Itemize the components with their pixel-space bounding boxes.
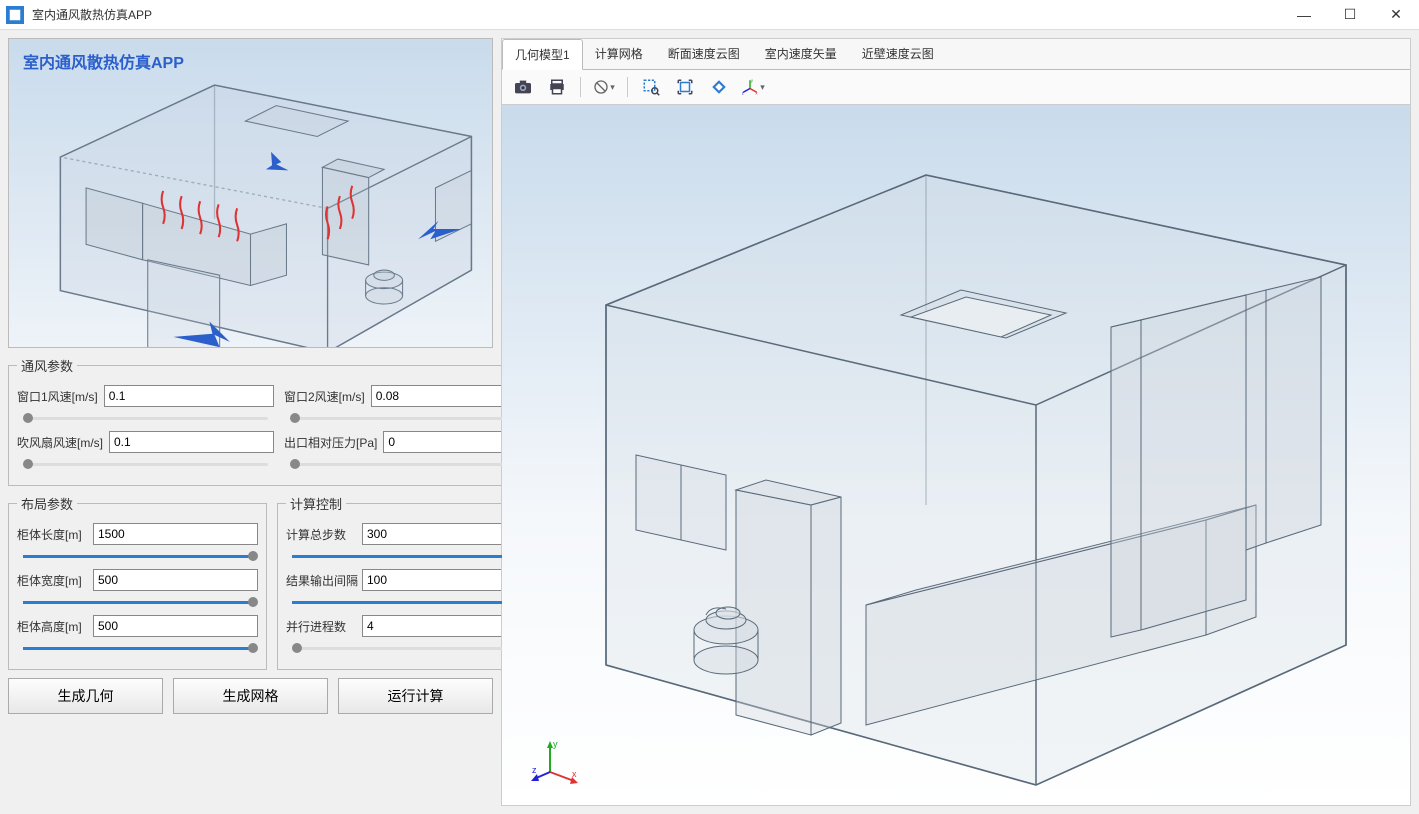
maximize-button[interactable]: ☐ — [1327, 0, 1373, 30]
window1-speed-slider[interactable] — [17, 411, 274, 425]
minimize-button[interactable]: — — [1281, 0, 1327, 30]
window-controls: — ☐ ✕ — [1281, 0, 1419, 30]
svg-text:z: z — [532, 765, 537, 775]
preview-diagram: 室内通风散热仿真APP — [8, 38, 493, 348]
output-interval-slider[interactable] — [286, 595, 527, 609]
output-interval-label: 结果输出间隔 — [286, 572, 356, 589]
total-steps-slider[interactable] — [286, 549, 527, 563]
ventilation-legend: 通风参数 — [17, 356, 77, 375]
compute-control-group: 计算控制 计算总步数 结果输出间隔 并行进程数 — [277, 494, 536, 670]
left-panel: 室内通风散热仿真APP — [8, 38, 493, 806]
svg-text:y: y — [751, 78, 754, 83]
tab-section-velocity[interactable]: 断面速度云图 — [656, 39, 753, 69]
fan-speed-input[interactable] — [109, 431, 274, 453]
zoom-extents-icon[interactable] — [670, 74, 700, 100]
viewport-toolbar: ▾ yxz▾ — [502, 70, 1410, 105]
fan-speed-label: 吹风扇风速[m/s] — [17, 434, 103, 451]
close-button[interactable]: ✕ — [1373, 0, 1419, 30]
parallel-procs-slider[interactable] — [286, 641, 527, 655]
cabinet-height-input[interactable] — [93, 615, 258, 637]
camera-icon[interactable] — [508, 74, 538, 100]
svg-text:x: x — [572, 769, 577, 779]
cabinet-height-slider[interactable] — [17, 641, 258, 655]
axis-gizmo: y x z — [530, 737, 580, 787]
cabinet-length-label: 柜体长度[m] — [17, 526, 87, 543]
fan-speed-slider[interactable] — [17, 457, 274, 471]
cabinet-length-slider[interactable] — [17, 549, 258, 563]
window1-speed-label: 窗口1风速[m/s] — [17, 388, 98, 405]
action-buttons: 生成几何 生成网格 运行计算 — [8, 678, 493, 714]
fit-view-icon[interactable] — [704, 74, 734, 100]
svg-text:y: y — [553, 739, 558, 749]
generate-mesh-button[interactable]: 生成网格 — [173, 678, 328, 714]
tab-mesh[interactable]: 计算网格 — [583, 39, 656, 69]
run-compute-button[interactable]: 运行计算 — [338, 678, 493, 714]
window1-speed-input[interactable] — [104, 385, 274, 407]
cabinet-height-label: 柜体高度[m] — [17, 618, 87, 635]
cabinet-width-label: 柜体宽度[m] — [17, 572, 87, 589]
tab-wall-velocity[interactable]: 近壁速度云图 — [850, 39, 947, 69]
tab-geometry[interactable]: 几何模型1 — [502, 39, 583, 70]
viewport-3d[interactable]: y x z — [502, 105, 1410, 805]
no-entry-dropdown[interactable]: ▾ — [589, 74, 619, 100]
control-legend: 计算控制 — [286, 494, 346, 513]
parallel-procs-label: 并行进程数 — [286, 618, 356, 635]
titlebar: 室内通风散热仿真APP — ☐ ✕ — [0, 0, 1419, 30]
total-steps-label: 计算总步数 — [286, 526, 356, 543]
ventilation-params-group: 通风参数 窗口1风速[m/s] 吹风扇风速[m/s] — [8, 356, 557, 486]
cabinet-length-input[interactable] — [93, 523, 258, 545]
svg-text:x: x — [755, 91, 758, 96]
layout-params-group: 布局参数 柜体长度[m] 柜体宽度[m] 柜体高度[m] — [8, 494, 267, 670]
cabinet-width-slider[interactable] — [17, 595, 258, 609]
right-panel: 几何模型1 计算网格 断面速度云图 室内速度矢量 近壁速度云图 ▾ yxz▾ — [501, 38, 1411, 806]
result-tabs: 几何模型1 计算网格 断面速度云图 室内速度矢量 近壁速度云图 — [502, 39, 1410, 70]
axis-orientation-dropdown[interactable]: yxz▾ — [738, 74, 768, 100]
app-icon — [6, 6, 24, 24]
window2-speed-label: 窗口2风速[m/s] — [284, 388, 365, 405]
window-title: 室内通风散热仿真APP — [32, 6, 152, 23]
print-icon[interactable] — [542, 74, 572, 100]
outlet-pressure-label: 出口相对压力[Pa] — [284, 434, 377, 451]
generate-geometry-button[interactable]: 生成几何 — [8, 678, 163, 714]
layout-legend: 布局参数 — [17, 494, 77, 513]
cabinet-width-input[interactable] — [93, 569, 258, 591]
tab-room-velocity-vector[interactable]: 室内速度矢量 — [753, 39, 850, 69]
zoom-window-icon[interactable] — [636, 74, 666, 100]
